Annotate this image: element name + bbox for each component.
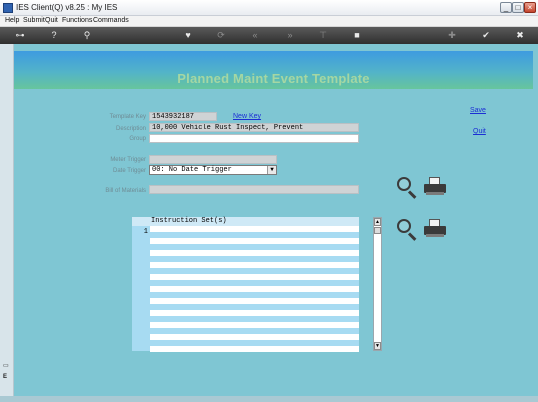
side-mark-bottom: E bbox=[3, 374, 8, 380]
rewind-icon[interactable]: « bbox=[248, 29, 262, 42]
maximize-button[interactable]: □ bbox=[512, 2, 524, 13]
refresh-icon[interactable]: ⟳ bbox=[214, 29, 228, 42]
bill-of-materials-field[interactable] bbox=[149, 185, 359, 194]
toolbar: ⊶ ? ⚲ ♥ ⟳ « » ⊤ ■ ✚ ✔ ✖ bbox=[0, 27, 538, 44]
date-trigger-label: Date Trigger bbox=[112, 168, 146, 174]
app-icon bbox=[3, 3, 13, 13]
template-key-field[interactable]: 1543932187 bbox=[149, 112, 217, 121]
close-icon[interactable]: ✖ bbox=[513, 29, 527, 42]
page-header: Planned Maint Event Template bbox=[14, 51, 533, 89]
menu-submit[interactable]: Submit bbox=[23, 17, 45, 24]
scroll-thumb[interactable] bbox=[374, 227, 381, 234]
left-side-strip: ▭ E bbox=[0, 44, 14, 396]
meter-trigger-label: Meter Trigger bbox=[110, 157, 146, 163]
search-icon[interactable] bbox=[397, 219, 419, 241]
fast-forward-icon[interactable]: » bbox=[283, 29, 297, 42]
row-number: 1 bbox=[143, 228, 148, 236]
instruction-scrollbar[interactable]: ▲ ▼ bbox=[373, 217, 382, 351]
scroll-up-icon[interactable]: ▲ bbox=[374, 218, 381, 226]
menu-quit[interactable]: Quit bbox=[45, 17, 58, 24]
description-field[interactable]: 10,000 Vehicle Rust Inspect, Prevent bbox=[149, 123, 359, 132]
row-number-column: 1 bbox=[132, 226, 150, 351]
square-icon[interactable]: ■ bbox=[350, 29, 364, 42]
key-icon[interactable]: ⊶ bbox=[10, 29, 30, 42]
instruction-row[interactable] bbox=[150, 346, 359, 352]
bill-of-materials-label: Bill of Materials bbox=[105, 188, 146, 194]
printer-icon[interactable] bbox=[424, 217, 446, 237]
instruction-grid-header: Instruction Set(s) bbox=[150, 217, 359, 226]
template-key-label: Template Key bbox=[109, 114, 146, 120]
group-label: Group bbox=[129, 136, 146, 142]
status-bar bbox=[0, 396, 538, 402]
meter-trigger-field[interactable] bbox=[149, 155, 277, 164]
menu-bar: Help Submit Quit Functions Commands bbox=[0, 16, 538, 27]
group-field[interactable] bbox=[149, 134, 359, 143]
check-icon[interactable]: ✔ bbox=[479, 29, 493, 42]
date-trigger-value: 00: No Date Trigger bbox=[152, 166, 232, 174]
menu-commands[interactable]: Commands bbox=[93, 17, 129, 24]
pin-icon[interactable]: ⊤ bbox=[316, 29, 330, 42]
page-title: Planned Maint Event Template bbox=[177, 71, 370, 86]
close-window-button[interactable]: × bbox=[524, 2, 536, 13]
instruction-grid[interactable]: Instruction Set(s) 1 bbox=[132, 217, 359, 352]
window-titlebar: IES Client(Q) v8.25 : My IES _ □ × bbox=[0, 0, 538, 16]
plus-icon[interactable]: ✚ bbox=[445, 29, 459, 42]
help-icon[interactable]: ? bbox=[47, 29, 61, 42]
menu-functions[interactable]: Functions bbox=[62, 17, 92, 24]
heart-icon[interactable]: ♥ bbox=[181, 29, 195, 42]
side-mark-top: ▭ bbox=[3, 363, 9, 369]
scroll-down-icon[interactable]: ▼ bbox=[374, 342, 381, 350]
search-icon[interactable] bbox=[397, 177, 419, 199]
save-link[interactable]: Save bbox=[470, 107, 486, 114]
description-label: Description bbox=[115, 126, 146, 132]
minimize-button[interactable]: _ bbox=[500, 2, 512, 13]
printer-icon[interactable] bbox=[424, 175, 446, 195]
quit-link[interactable]: Quit bbox=[473, 128, 486, 135]
new-key-link[interactable]: New Key bbox=[233, 113, 261, 120]
window-title: IES Client(Q) v8.25 : My IES bbox=[16, 3, 118, 12]
search-icon[interactable]: ⚲ bbox=[80, 29, 94, 42]
menu-help[interactable]: Help bbox=[5, 17, 19, 24]
date-trigger-select[interactable]: 00: No Date Trigger ▼ bbox=[149, 165, 277, 175]
chevron-down-icon[interactable]: ▼ bbox=[267, 166, 276, 174]
